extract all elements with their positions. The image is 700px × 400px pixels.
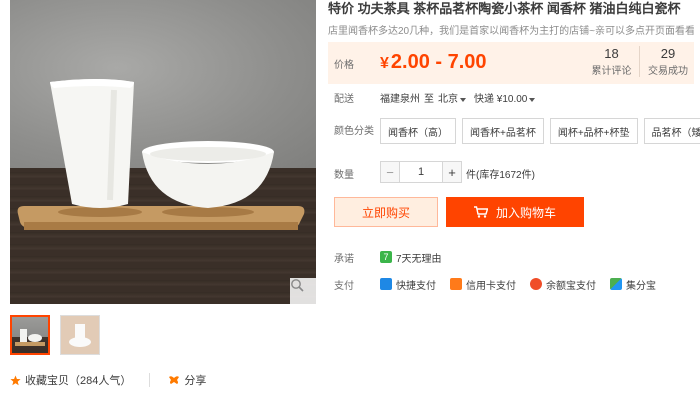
quick-pay-icon — [380, 278, 392, 290]
price-panel: 价格 ¥2.00 - 7.00 18 累计评论 29 交易成功 — [328, 42, 694, 84]
color-row: 颜色分类 闻香杯（高） 闻香杯+品茗杯 闻杯+品杯+杯垫 品茗杯（矮） — [328, 118, 700, 148]
chevron-down-icon — [529, 97, 536, 102]
delivery-destination: 北京 — [438, 93, 458, 105]
zoom-icon[interactable] — [290, 278, 316, 304]
promise-label: 承诺 — [334, 253, 354, 265]
payment-method-1[interactable]: 快捷支付 — [380, 277, 436, 292]
price-range: 2.00 - 7.00 — [390, 51, 487, 73]
promise-item[interactable]: 7 7天无理由 — [380, 250, 442, 265]
teacup-illustration — [17, 79, 305, 230]
price-label: 价格 — [334, 60, 354, 71]
color-options: 闻香杯（高） 闻香杯+品茗杯 闻杯+品杯+杯垫 品茗杯（矮） — [380, 118, 700, 144]
jifenbao-icon — [610, 278, 622, 290]
share-button[interactable]: 分享 — [168, 372, 206, 388]
payment-method-2[interactable]: 信用卡支付 — [450, 277, 516, 292]
color-option-4[interactable]: 品茗杯（矮） — [643, 118, 700, 144]
payment-method-4[interactable]: 集分宝 — [610, 277, 656, 292]
thumbnail-list — [10, 315, 100, 355]
sales-count-label: 交易成功 — [648, 66, 688, 77]
quantity-row: 数量 − + 件(库存1672件) — [328, 161, 694, 183]
payment-method-label: 信用卡支付 — [466, 280, 516, 292]
star-icon — [10, 375, 21, 385]
color-label: 颜色分类 — [334, 126, 374, 137]
payment-method-label: 余额宝支付 — [546, 280, 596, 292]
promise-values: 7 7天无理由 — [380, 250, 442, 265]
payment-row: 支付 快捷支付 信用卡支付 余额宝支付 集分宝 — [328, 277, 694, 292]
review-count-label: 累计评论 — [591, 66, 632, 77]
payment-label: 支付 — [334, 280, 354, 292]
quantity-input[interactable] — [400, 161, 442, 183]
payment-methods: 快捷支付 信用卡支付 余额宝支付 集分宝 — [380, 277, 656, 292]
payment-method-label: 快捷支付 — [396, 280, 436, 292]
favorite-button[interactable]: 收藏宝贝（284人气） — [10, 372, 131, 388]
sales-count-value: 29 — [660, 46, 676, 61]
7-day-return-icon: 7 — [380, 251, 392, 263]
color-option-3[interactable]: 闻杯+品杯+杯垫 — [549, 118, 638, 144]
add-to-cart-button[interactable]: 加入购物车 — [446, 197, 584, 227]
thumbnail-2[interactable] — [60, 315, 100, 355]
payment-method-3[interactable]: 余额宝支付 — [530, 277, 596, 292]
product-info-panel: 特价 功夫茶具 茶杯品茗杯陶瓷小茶杯 闻香杯 猪油白纯白瓷杯 店里闻香杯多达20… — [328, 0, 700, 292]
stock-info: 件(库存1672件) — [466, 170, 535, 181]
share-icon — [169, 376, 180, 384]
promise-row: 承诺 7 7天无理由 — [328, 250, 694, 265]
thumbnail-1[interactable] — [10, 315, 50, 355]
color-option-1[interactable]: 闻香杯（高） — [380, 118, 456, 144]
delivery-to-word: 至 — [424, 93, 434, 105]
sales-count[interactable]: 29 交易成功 — [640, 46, 696, 77]
favorite-share-bar: 收藏宝贝（284人气） 分享 — [10, 372, 206, 388]
price-value: ¥2.00 - 7.00 — [380, 46, 487, 80]
delivery-label: 配送 — [334, 93, 354, 105]
delivery-from: 福建泉州 — [380, 93, 420, 105]
favorite-label: 收藏宝贝（284人气） — [25, 375, 132, 387]
delivery-value: 福建泉州 至 北京 快递 ¥10.00 — [380, 90, 539, 105]
yuebao-icon — [530, 278, 542, 290]
share-label: 分享 — [184, 375, 207, 387]
review-count-value: 18 — [604, 46, 619, 61]
main-product-image[interactable] — [10, 0, 316, 304]
destination-select[interactable]: 北京 — [438, 90, 470, 105]
chevron-down-icon — [460, 97, 466, 102]
product-subtitle: 店里闻香杯多达20几种，我们是首家以闻香杯为主打的店铺~亲可以多点开页面看看 — [328, 26, 694, 36]
cart-icon — [473, 206, 488, 218]
quantity-decrease-button[interactable]: − — [380, 161, 400, 183]
buy-now-button[interactable]: 立即购买 — [334, 197, 438, 227]
quantity-stepper: − + — [380, 161, 462, 183]
add-to-cart-label: 加入购物车 — [495, 205, 556, 220]
review-count[interactable]: 18 累计评论 — [584, 46, 640, 77]
promise-item-label: 7天无理由 — [396, 253, 442, 265]
product-title: 特价 功夫茶具 茶杯品茗杯陶瓷小茶杯 闻香杯 猪油白纯白瓷杯 — [328, 1, 681, 16]
credit-card-icon — [450, 278, 462, 290]
color-option-2[interactable]: 闻香杯+品茗杯 — [462, 118, 544, 144]
shipping-method: 快递 ¥10.00 — [474, 93, 528, 105]
quantity-label: 数量 — [334, 170, 354, 181]
currency-symbol: ¥ — [380, 55, 389, 72]
delivery-row: 配送 福建泉州 至 北京 快递 ¥10.00 — [328, 89, 694, 105]
quantity-increase-button[interactable]: + — [442, 161, 462, 183]
payment-method-label: 集分宝 — [626, 280, 656, 292]
shipping-method-select[interactable]: 快递 ¥10.00 — [474, 90, 539, 105]
divider — [149, 373, 151, 387]
